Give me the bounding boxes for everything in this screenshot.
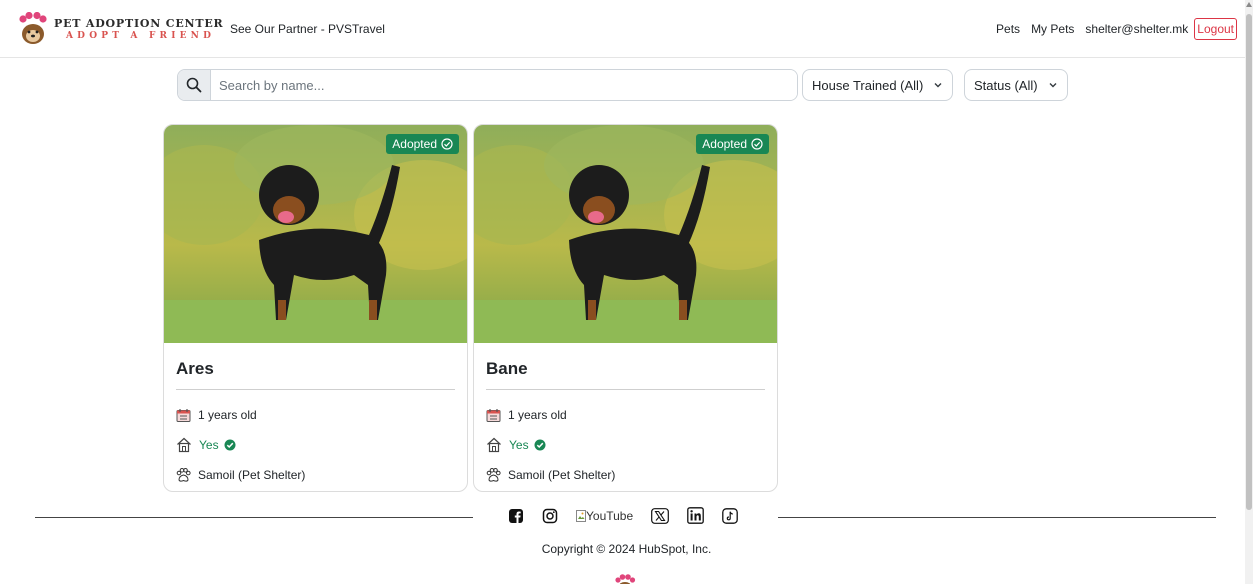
instagram-icon[interactable]: [542, 508, 558, 524]
chevron-down-icon: [934, 83, 942, 88]
brand-subtitle: ADOPT A FRIEND: [66, 30, 216, 41]
user-email: shelter@shelter.mk: [1085, 22, 1189, 36]
chevron-down-icon: [1049, 83, 1057, 88]
youtube-alt-text: YouTube: [586, 508, 634, 523]
shelter-name: Samoil (Pet Shelter): [508, 468, 616, 482]
shelter-row: Samoil (Pet Shelter): [486, 460, 765, 490]
partner-link[interactable]: See Our Partner - PVSTravel: [230, 22, 385, 36]
house-trained-value: Yes: [509, 438, 529, 452]
house-trained-row: Yes: [176, 430, 455, 460]
pet-photo[interactable]: Adopted: [164, 125, 467, 343]
tiktok-icon[interactable]: [722, 507, 739, 524]
pet-name: Ares: [176, 359, 214, 378]
house-trained-select[interactable]: House Trained (All): [802, 69, 954, 101]
paw-logo-icon: [19, 12, 47, 44]
status-select-value: Status (All): [974, 77, 1038, 93]
check-circle-icon: [751, 138, 763, 150]
calendar-icon: [176, 408, 191, 422]
house-trained-value: Yes: [199, 438, 219, 452]
house-icon: [177, 437, 191, 453]
brand-title: PET ADOPTION CENTER: [54, 16, 224, 30]
rottweiler-photo-image: [164, 125, 467, 343]
pet-age-row: 1 years old: [176, 400, 455, 430]
x-twitter-icon[interactable]: [651, 507, 670, 524]
nav-my-pets-link[interactable]: My Pets: [1031, 22, 1074, 36]
check-circle-icon: [441, 138, 453, 150]
scroll-thumb[interactable]: [1246, 14, 1252, 510]
shelter-row: Samoil (Pet Shelter): [176, 460, 455, 490]
pet-age: 1 years old: [508, 408, 567, 422]
divider: [176, 389, 455, 390]
youtube-icon[interactable]: YouTube: [576, 509, 633, 523]
status-select[interactable]: Status (All): [964, 69, 1068, 101]
logout-button[interactable]: Logout: [1194, 18, 1237, 40]
pet-photo[interactable]: Adopted: [474, 125, 777, 343]
page-scrollbar[interactable]: [1245, 0, 1253, 584]
adopted-badge: Adopted: [696, 134, 769, 154]
footer-divider-left: [35, 517, 473, 518]
social-links: YouTube: [508, 507, 756, 524]
pet-card-bane[interactable]: Adopted Bane 1 years old Yes Samoil (Pet…: [473, 124, 778, 492]
pet-age-row: 1 years old: [486, 400, 765, 430]
brand-logo[interactable]: PET ADOPTION CENTER ADOPT A FRIEND: [18, 12, 224, 46]
footer-divider-right: [778, 517, 1216, 518]
paw-icon: [486, 467, 501, 482]
pet-card-ares[interactable]: Adopted Ares 1 years old Yes Samoil (Pet…: [163, 124, 468, 492]
house-trained-row: Yes: [486, 430, 765, 460]
pet-age: 1 years old: [198, 408, 257, 422]
paw-icon: [176, 467, 191, 482]
search-input[interactable]: [211, 70, 797, 100]
search-group: [177, 69, 798, 101]
divider: [486, 389, 765, 390]
calendar-icon: [486, 408, 501, 422]
rottweiler-photo-image: [474, 125, 777, 343]
paw-logo-icon: [615, 574, 636, 584]
house-trained-select-value: House Trained (All): [812, 77, 924, 93]
facebook-icon[interactable]: [508, 508, 524, 524]
scroll-up-arrow[interactable]: [1246, 2, 1252, 7]
house-icon: [487, 437, 501, 453]
check-circle-icon: [224, 439, 236, 451]
shelter-name: Samoil (Pet Shelter): [198, 468, 306, 482]
copyright-text: Copyright © 2024 HubSpot, Inc.: [541, 542, 712, 556]
check-circle-icon: [534, 439, 546, 451]
nav-pets-link[interactable]: Pets: [996, 22, 1020, 36]
navbar: PET ADOPTION CENTER ADOPT A FRIEND See O…: [0, 0, 1245, 58]
search-icon: [178, 70, 211, 100]
adopted-badge: Adopted: [386, 134, 459, 154]
pet-name: Bane: [486, 359, 528, 378]
linkedin-icon[interactable]: [687, 507, 705, 524]
